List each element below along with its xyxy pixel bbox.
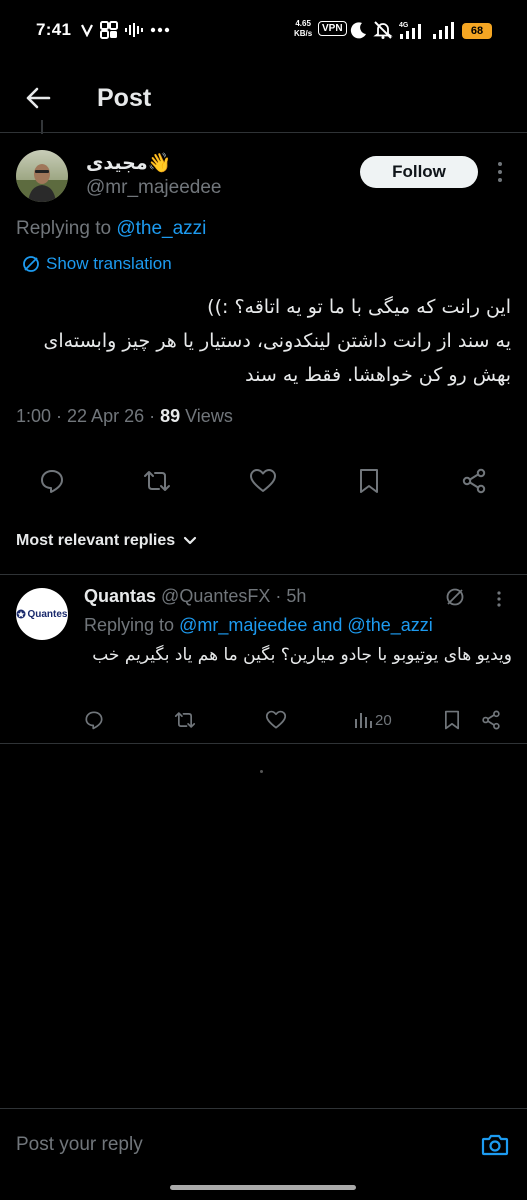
show-translation-button[interactable]: Show translation xyxy=(22,254,172,274)
mute-bell-icon xyxy=(373,18,393,42)
translate-icon xyxy=(23,256,39,272)
status-time: 7:41 xyxy=(36,20,72,39)
battery-indicator: 68 xyxy=(462,23,492,39)
reply-author-name[interactable]: Quantas xyxy=(84,586,156,606)
share-button[interactable] xyxy=(459,466,489,496)
replies-sort-button[interactable]: Most relevant replies xyxy=(16,532,197,550)
reply-bookmark-button[interactable] xyxy=(443,708,461,732)
author-handle[interactable]: @mr_majeedee xyxy=(86,177,221,199)
comment-icon xyxy=(85,711,103,730)
share-icon xyxy=(482,710,500,730)
translate-icon xyxy=(446,588,464,606)
heart-icon xyxy=(250,469,276,492)
more-vertical-icon xyxy=(497,591,501,607)
like-button[interactable] xyxy=(248,466,278,496)
divider xyxy=(0,574,527,575)
repost-icon xyxy=(174,712,196,728)
heart-icon xyxy=(265,710,287,729)
views-count: 89 xyxy=(160,406,181,426)
page-title: Post xyxy=(97,84,152,112)
author-name[interactable]: مجیدی👋 xyxy=(86,151,171,175)
moon-icon xyxy=(350,18,368,42)
post-timestamp[interactable]: 1:00 · 22 Apr 26 · xyxy=(16,406,160,426)
comment-icon xyxy=(41,470,63,493)
back-button[interactable] xyxy=(20,80,56,116)
divider xyxy=(0,743,527,744)
reply-actions: 20 xyxy=(0,706,527,734)
signal-4g-icon: 4G xyxy=(398,18,428,42)
reply-header: Quantas @QuantesFX · 5h xyxy=(84,586,306,607)
bookmark-icon xyxy=(360,469,378,493)
composer-divider xyxy=(0,1108,527,1109)
camera-icon xyxy=(481,1134,509,1156)
header-divider xyxy=(0,132,527,133)
network-speed: 4.65 KB/s xyxy=(294,19,313,38)
loading-dot xyxy=(260,770,263,773)
chevron-down-icon xyxy=(184,536,197,545)
reply-replying-handles[interactable]: @mr_majeedee and @the_azzi xyxy=(179,615,433,635)
views-label: Views xyxy=(180,406,233,426)
reply-like-button[interactable] xyxy=(265,708,287,732)
notification-v-icon xyxy=(80,18,94,42)
share-icon xyxy=(462,468,486,494)
post-actions xyxy=(0,460,527,500)
post-meta: 1:00 · 22 Apr 26 · 89 Views xyxy=(16,406,233,427)
bookmark-button[interactable] xyxy=(354,466,384,496)
app-grid-icon xyxy=(100,18,118,42)
back-arrow-icon xyxy=(26,87,51,109)
reply-views-button[interactable]: 20 xyxy=(354,708,392,732)
reply-avatar[interactable]: Quantes xyxy=(16,588,68,640)
replying-to: Replying to @the_azzi xyxy=(16,218,207,239)
reply-time[interactable]: · 5h xyxy=(270,586,306,606)
home-indicator[interactable] xyxy=(170,1185,356,1190)
bookmark-icon xyxy=(445,710,460,730)
follow-button[interactable]: Follow xyxy=(360,156,478,188)
reply-translate-button[interactable] xyxy=(444,586,466,608)
author-avatar[interactable] xyxy=(16,150,68,202)
reply-comment-button[interactable] xyxy=(84,708,104,732)
more-notifications-icon xyxy=(150,18,170,42)
svg-text:4G: 4G xyxy=(399,22,409,29)
signal-bars-icon xyxy=(432,18,456,42)
reply-author-handle[interactable]: @QuantesFX xyxy=(161,586,270,606)
status-bar: 7:41 4.65 KB/s VPN 4G 68 xyxy=(0,0,527,62)
reply-share-button[interactable] xyxy=(481,708,501,732)
reply-text: ویدیو های یوتیوبو با جادو میارین؟ بگین م… xyxy=(92,645,512,665)
camera-button[interactable] xyxy=(480,1130,510,1160)
replying-handle-link[interactable]: @the_azzi xyxy=(116,218,206,239)
reply-composer-input[interactable]: Post your reply xyxy=(16,1134,143,1156)
reply-views-count: 20 xyxy=(375,711,392,729)
repost-button[interactable] xyxy=(142,466,172,496)
vpn-badge: VPN xyxy=(318,21,347,36)
audio-wave-icon xyxy=(124,18,144,42)
post-text: این رانت که میگی با ما تو یه اتاقه؟ :)) … xyxy=(43,296,511,386)
quantes-logo-icon xyxy=(16,609,26,619)
reply-replying-to: Replying to @mr_majeedee and @the_azzi xyxy=(84,615,433,635)
reply-repost-button[interactable] xyxy=(174,708,196,732)
views-chart-icon xyxy=(355,713,372,728)
repost-icon xyxy=(144,471,170,491)
more-vertical-icon xyxy=(498,162,502,182)
reply-button[interactable] xyxy=(37,466,67,496)
post-more-button[interactable] xyxy=(488,159,512,185)
reply-more-button[interactable] xyxy=(490,589,508,609)
avatar-photo-icon xyxy=(16,150,68,202)
